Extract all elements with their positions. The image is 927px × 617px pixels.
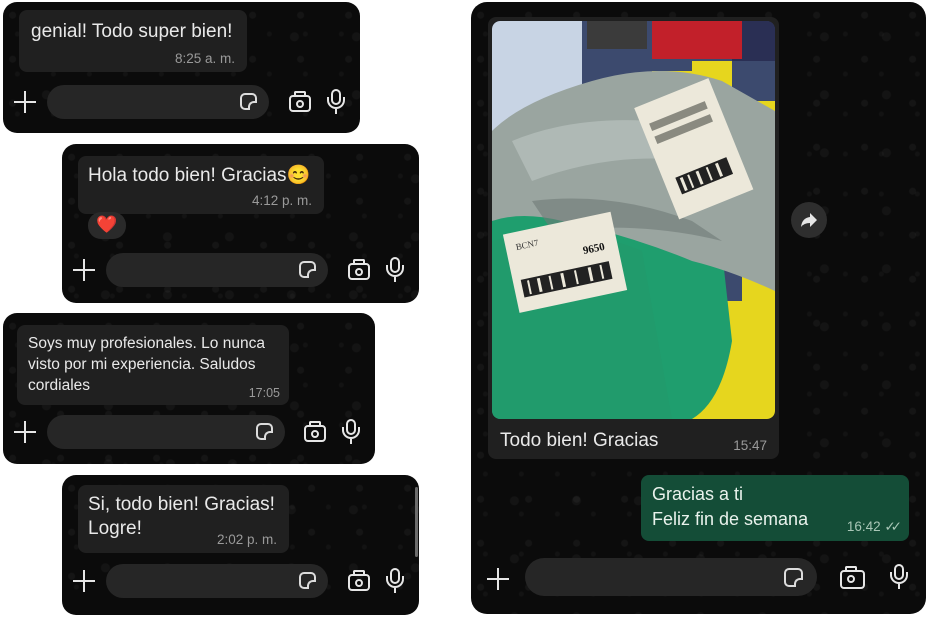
chat-panel-2: Hola todo bien! Gracias😊 4:12 p. m. ❤️	[62, 144, 419, 303]
input-bar	[62, 248, 419, 292]
microphone-icon[interactable]	[384, 257, 406, 283]
message-time: 2:02 p. m.	[216, 532, 277, 547]
microphone-icon[interactable]	[384, 568, 406, 594]
message-bubble-incoming[interactable]: genial! Todo super bien! 8:25 a. m.	[19, 10, 247, 72]
message-time-text: 16:42	[846, 519, 881, 534]
message-bubble-incoming[interactable]: Hola todo bien! Gracias😊 4:12 p. m.	[78, 156, 324, 214]
message-input[interactable]	[106, 564, 328, 598]
photo-caption: Todo bien! Gracias	[500, 430, 659, 451]
camera-icon[interactable]	[348, 259, 370, 280]
message-time: 8:25 a. m.	[174, 51, 235, 66]
message-bubble-outgoing[interactable]: Gracias a ti Feliz fin de semana 16:42 ✓…	[641, 475, 909, 541]
message-time: 17:05	[248, 386, 280, 400]
message-input[interactable]	[47, 415, 285, 449]
input-bar	[3, 80, 360, 124]
sticker-icon[interactable]	[299, 261, 316, 278]
plus-icon[interactable]	[73, 259, 95, 281]
message-input[interactable]	[47, 85, 269, 119]
forward-icon[interactable]	[791, 202, 827, 238]
plus-icon[interactable]	[487, 568, 509, 590]
microphone-icon[interactable]	[888, 564, 910, 590]
message-input[interactable]	[106, 253, 328, 287]
message-text: Hola todo bien! Gracias😊	[88, 165, 311, 186]
message-text: genial! Todo super bien!	[31, 21, 233, 42]
reaction-heart[interactable]: ❤️	[88, 212, 126, 239]
microphone-icon[interactable]	[340, 419, 362, 445]
message-time: 4:12 p. m.	[251, 193, 312, 208]
sticker-icon[interactable]	[240, 93, 257, 110]
chat-panel-1: genial! Todo super bien! 8:25 a. m.	[3, 2, 360, 133]
photo-time: 15:47	[733, 438, 767, 453]
sticker-icon[interactable]	[299, 572, 316, 589]
sticker-icon[interactable]	[256, 423, 273, 440]
chat-panel-4: Si, todo bien! Gracias! Logre! 2:02 p. m…	[62, 475, 419, 615]
camera-icon[interactable]	[289, 91, 311, 112]
message-text-line-1: Gracias a ti	[652, 484, 744, 504]
message-input[interactable]	[525, 558, 817, 596]
sticker-icon[interactable]	[784, 568, 803, 587]
camera-icon[interactable]	[348, 570, 370, 591]
chat-panel-5: BCN7 9650 Todo bien! Gracias 15:47 Graci…	[471, 2, 926, 614]
plus-icon[interactable]	[73, 570, 95, 592]
photo-message-bubble[interactable]: BCN7 9650 Todo bien! Gracias 15:47	[488, 17, 779, 459]
message-time: 16:42 ✓✓	[846, 519, 902, 535]
photo-packages[interactable]: BCN7 9650	[492, 21, 775, 419]
input-bar	[62, 559, 419, 603]
message-bubble-incoming[interactable]: Si, todo bien! Gracias! Logre! 2:02 p. m…	[78, 485, 289, 553]
plus-icon[interactable]	[14, 91, 36, 113]
input-bar	[471, 554, 926, 604]
camera-icon[interactable]	[840, 566, 865, 589]
plus-icon[interactable]	[14, 421, 36, 443]
input-bar	[3, 410, 375, 454]
message-bubble-incoming[interactable]: Soys muy profesionales. Lo nunca visto p…	[17, 325, 289, 405]
read-receipt-icon: ✓✓	[884, 519, 901, 534]
camera-icon[interactable]	[304, 421, 326, 442]
microphone-icon[interactable]	[325, 89, 347, 115]
message-text: Soys muy profesionales. Lo nunca visto p…	[28, 335, 265, 394]
chat-panel-3: Soys muy profesionales. Lo nunca visto p…	[3, 313, 375, 464]
scrollbar[interactable]	[415, 487, 418, 557]
